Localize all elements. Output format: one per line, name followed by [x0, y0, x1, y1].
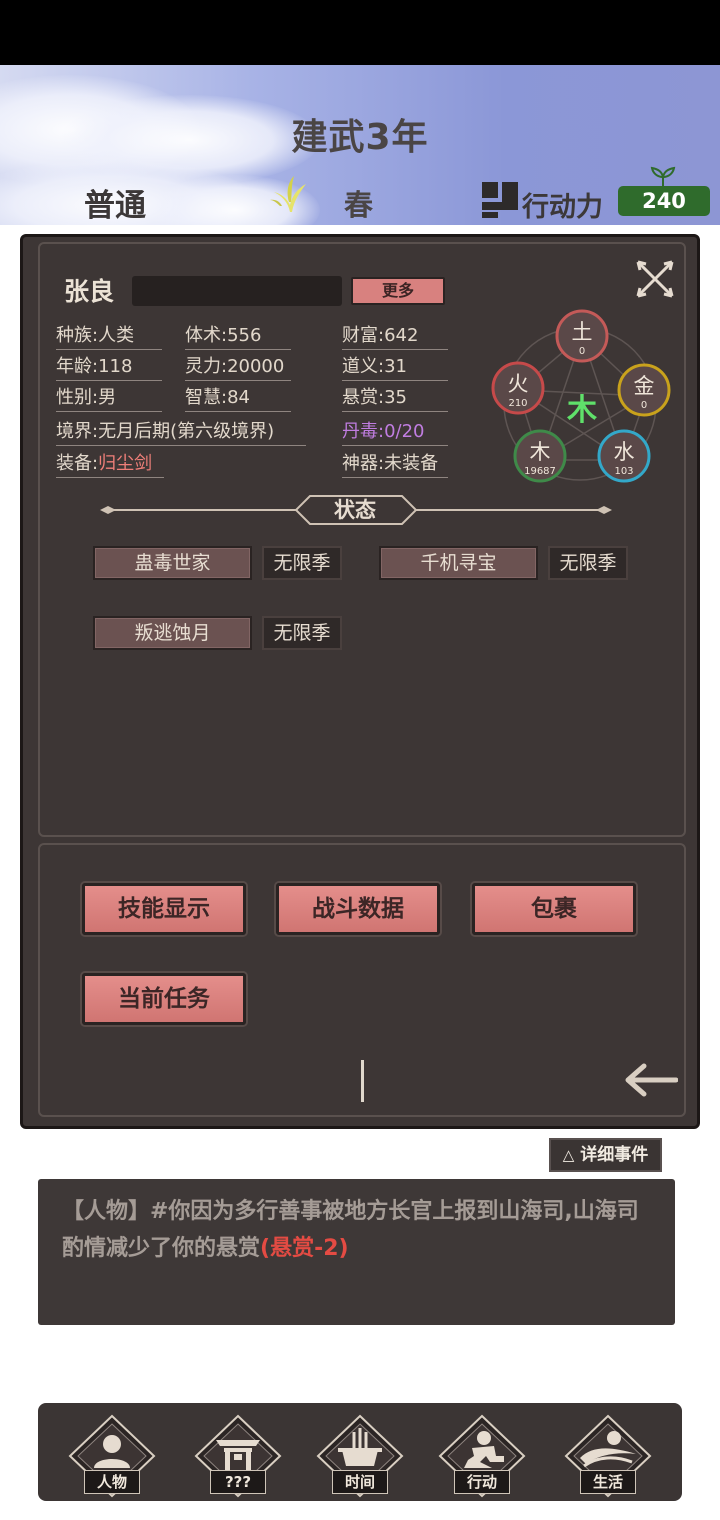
character-title-box: [132, 276, 342, 306]
nav-label: 人物: [84, 1470, 140, 1494]
stat-bounty: 悬赏:35: [342, 386, 448, 412]
stat-age: 年龄:118: [56, 355, 162, 381]
stat-gender: 性别:男: [56, 386, 162, 412]
status-tag[interactable]: 千机寻宝: [379, 546, 538, 580]
stat-poison[interactable]: 丹毒:0/20: [342, 420, 448, 446]
nav-time[interactable]: 时间: [312, 1412, 408, 1498]
status-tag[interactable]: 蛊毒世家: [93, 546, 252, 580]
stat-race: 种族:人类: [56, 324, 162, 350]
stat-righteousness: 道义:31: [342, 355, 448, 381]
log-highlight: (悬赏-2): [260, 1236, 349, 1261]
triangle-icon: △: [562, 1146, 575, 1164]
stat-spirit: 灵力:20000: [185, 355, 291, 381]
nav-character[interactable]: 人物: [64, 1412, 160, 1498]
element-fire: 火 210: [491, 361, 545, 415]
element-wood: 木 19687: [513, 429, 567, 483]
action-points-value: 240: [618, 186, 710, 216]
five-elements-diagram: 木 土 0 金 0 水 103 木 19687 火 210: [491, 309, 671, 483]
current-quest-button[interactable]: 当前任务: [82, 973, 246, 1025]
nav-life[interactable]: 生活: [560, 1412, 656, 1498]
earth-label: 土: [572, 320, 593, 344]
earth-value: 0: [579, 346, 585, 357]
year-title: 建武3年: [291, 117, 429, 158]
fire-value: 210: [508, 398, 527, 409]
metal-value: 0: [641, 400, 647, 411]
wood-value: 19687: [524, 466, 556, 477]
equipment-label: 装备:: [56, 453, 99, 474]
nav-label: 时间: [332, 1470, 388, 1494]
element-center: 木: [566, 393, 597, 428]
bag-button[interactable]: 包裹: [472, 883, 636, 935]
close-icon[interactable]: [634, 258, 676, 300]
element-metal: 金 0: [617, 363, 671, 417]
stat-body: 体术:556: [185, 324, 291, 350]
action-points-icon: [482, 182, 518, 218]
element-earth: 土 0: [555, 309, 609, 363]
metal-label: 金: [634, 374, 655, 398]
season-sprout-icon: [270, 176, 306, 212]
status-bar: [0, 0, 720, 65]
nav-label: 行动: [454, 1470, 510, 1494]
stat-wisdom: 智慧:84: [185, 386, 291, 412]
nav-action[interactable]: 行动: [434, 1412, 530, 1498]
character-name: 张良: [64, 277, 115, 306]
stat-realm: 境界:无月后期(第六级境界): [56, 420, 306, 446]
nav-label: ???: [210, 1470, 266, 1494]
season-label: 春: [344, 188, 374, 222]
fire-label: 火: [508, 372, 529, 396]
status-title: 状态: [334, 498, 376, 522]
element-water: 水 103: [597, 429, 651, 483]
action-points-label: 行动力: [522, 192, 603, 223]
more-button[interactable]: 更多: [351, 277, 445, 305]
stat-artifact: 神器:未装备: [342, 452, 448, 478]
status-duration: 无限季: [262, 546, 342, 580]
sprout-icon: [650, 166, 676, 187]
nav-label: 生活: [580, 1470, 636, 1494]
skills-button[interactable]: 技能显示: [82, 883, 246, 935]
scroll-indicator: [361, 1060, 364, 1102]
water-label: 水: [614, 440, 635, 464]
event-log: 【人物】#你因为多行善事被地方长官上报到山海司,山海司酌情减少了你的悬赏(悬赏-…: [38, 1179, 675, 1325]
status-duration: 无限季: [548, 546, 628, 580]
detail-events-button[interactable]: △ 详细事件: [549, 1138, 662, 1172]
nav-unknown[interactable]: ???: [190, 1412, 286, 1498]
wood-label: 木: [530, 440, 551, 464]
water-value: 103: [614, 466, 633, 477]
back-arrow-icon[interactable]: [622, 1062, 678, 1098]
equipment-value[interactable]: 归尘剑: [98, 453, 152, 474]
detail-events-label: 详细事件: [580, 1145, 649, 1165]
battle-data-button[interactable]: 战斗数据: [276, 883, 440, 935]
stat-wealth: 财富:642: [342, 324, 448, 350]
log-text: 【人物】#你因为多行善事被地方长官上报到山海司,山海司酌情减少了你的悬赏: [62, 1199, 639, 1261]
status-duration: 无限季: [262, 616, 342, 650]
difficulty-label: 普通: [84, 188, 146, 224]
status-tag[interactable]: 叛逃蚀月: [93, 616, 252, 650]
stat-equipment[interactable]: 装备:归尘剑: [56, 452, 164, 478]
